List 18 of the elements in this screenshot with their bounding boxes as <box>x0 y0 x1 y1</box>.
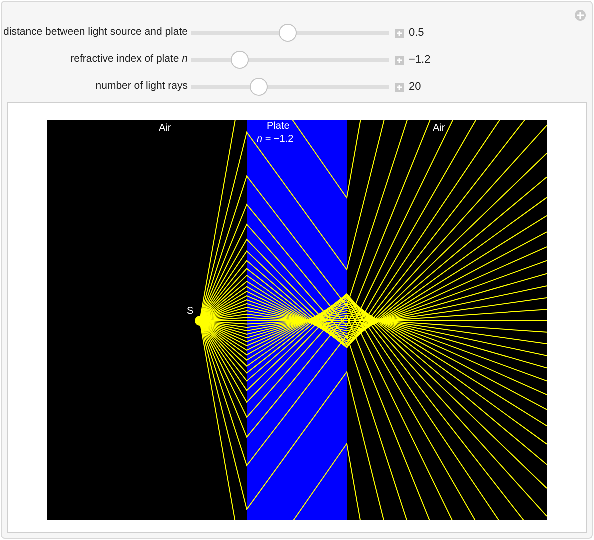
slider-value: −1.2 <box>409 52 431 68</box>
source-label: S <box>187 305 194 319</box>
medium-label: Air <box>159 122 172 136</box>
medium-label: Air <box>433 122 446 136</box>
plate-label: Plate <box>267 120 290 134</box>
slider-thumb[interactable] <box>230 51 249 69</box>
slider-value: 20 <box>409 80 422 95</box>
slider-label: distance between light source and plate <box>2 25 189 40</box>
slider-label: number of light rays <box>94 79 189 94</box>
expand-icon[interactable] <box>395 56 404 64</box>
expand-icon[interactable] <box>395 28 404 38</box>
slider-label: refractive index of plate n <box>70 52 189 68</box>
expand-icon[interactable] <box>395 82 404 92</box>
add-icon[interactable] <box>575 10 586 21</box>
slider-thumb[interactable] <box>279 24 298 42</box>
slider-value: 0.5 <box>409 26 424 41</box>
index-label: n = −1.2 <box>257 133 294 147</box>
slider-thumb[interactable] <box>250 78 268 96</box>
